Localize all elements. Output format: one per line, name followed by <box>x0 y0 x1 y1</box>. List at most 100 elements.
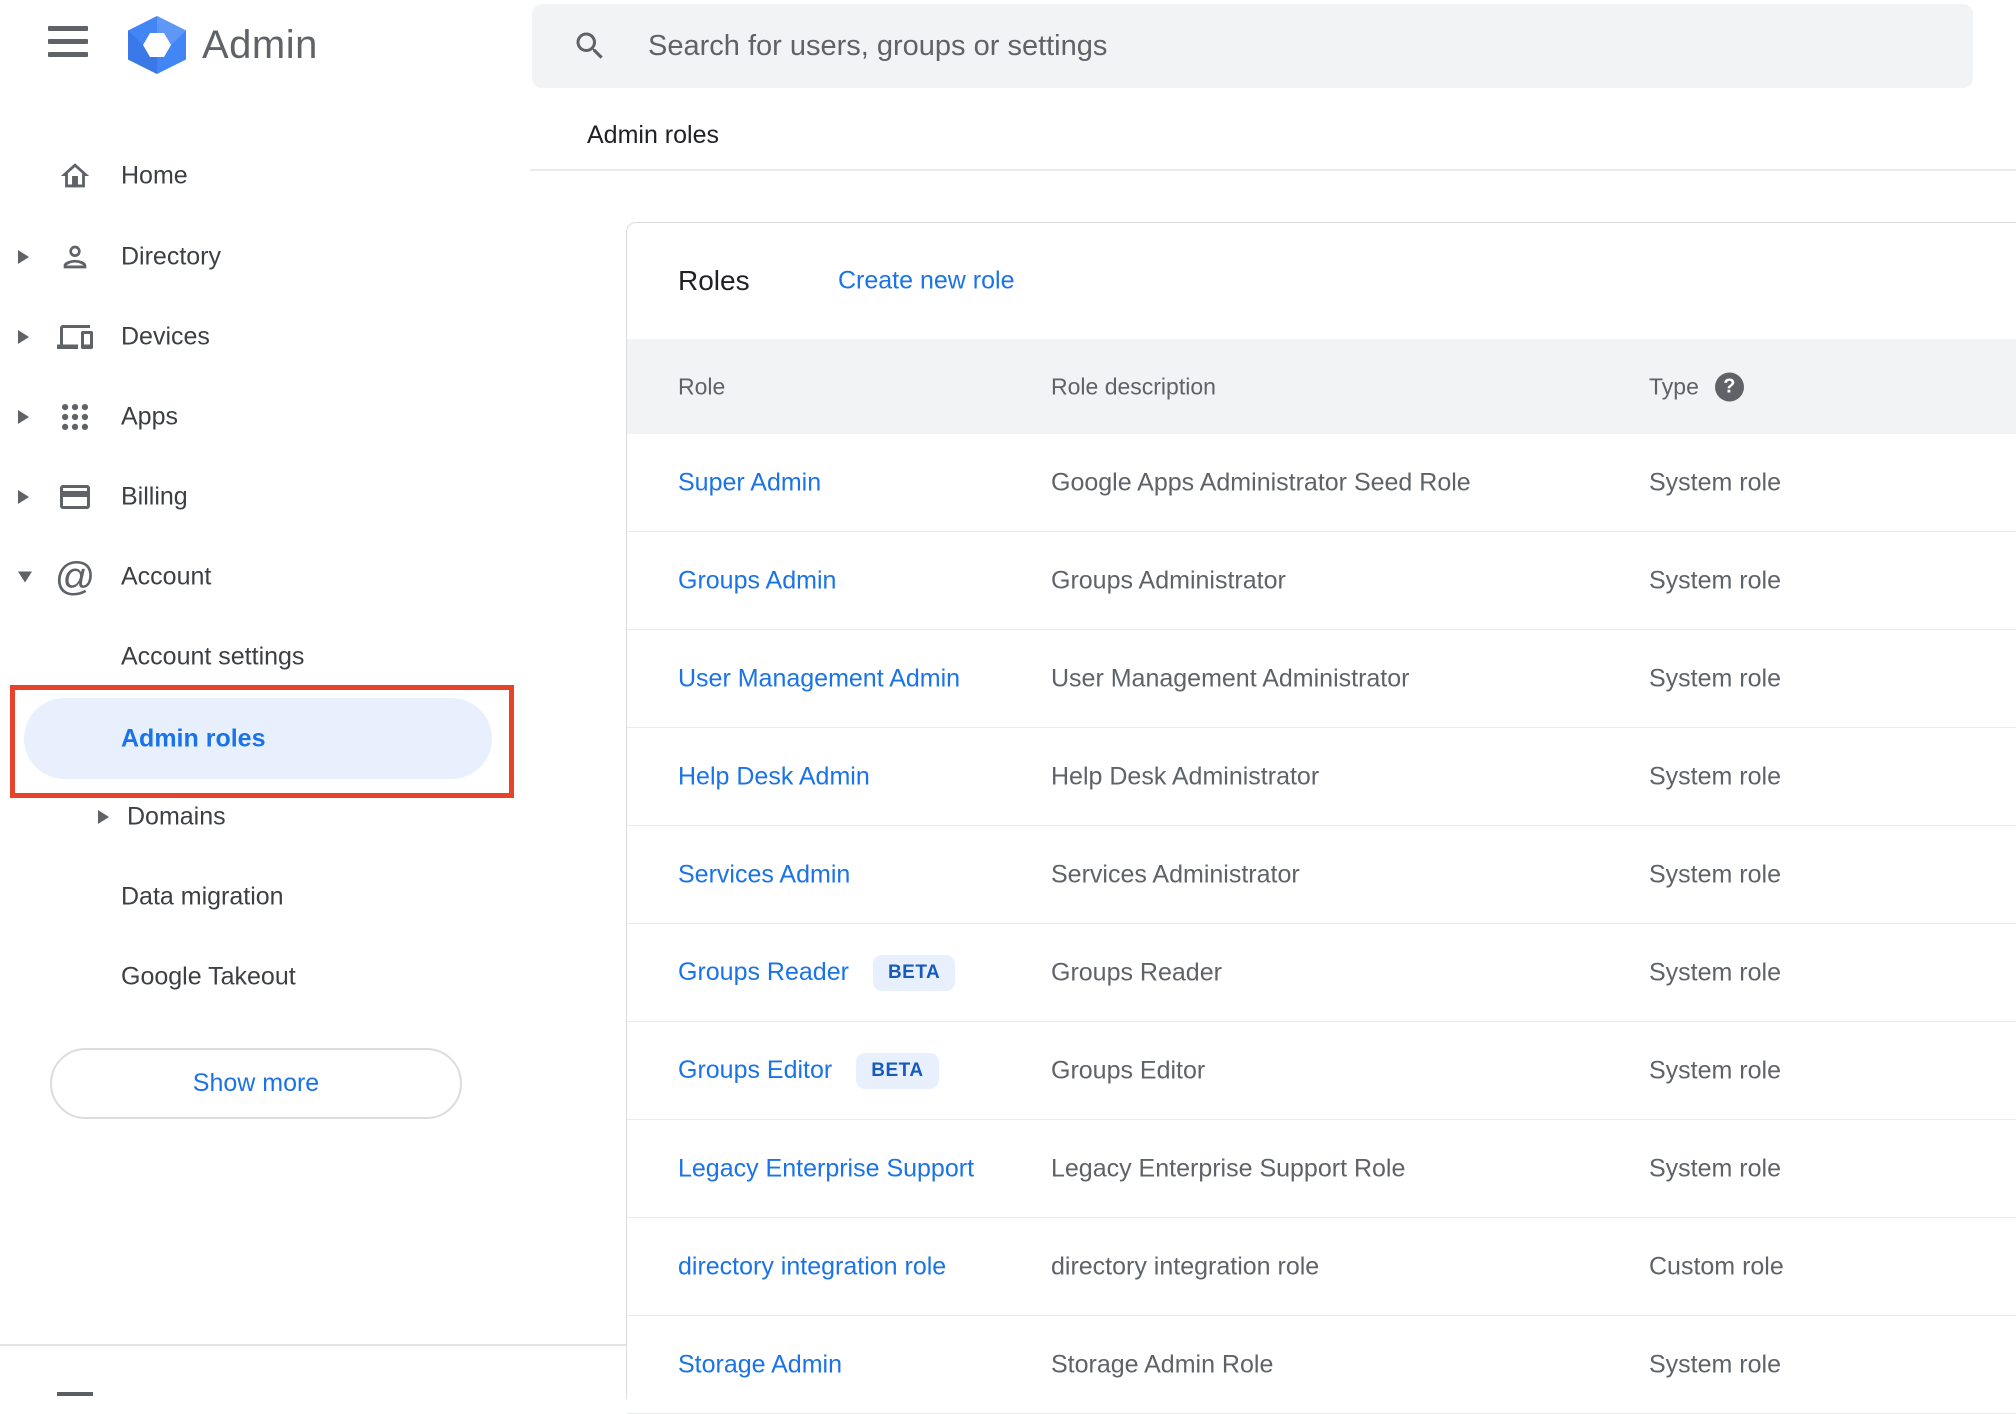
table-row: Storage Admin Storage Admin Role System … <box>627 1316 2016 1414</box>
search-icon <box>576 32 603 59</box>
sidebar-item-home[interactable]: Home <box>0 136 516 216</box>
breadcrumb: Admin roles <box>587 121 719 149</box>
sidebar: Admin Home Directory Devices Apps Billin… <box>0 0 627 1396</box>
at-sign-icon: @ <box>54 554 96 599</box>
role-type: System role <box>1649 1350 1781 1378</box>
partial-bottom-icon <box>57 1392 93 1396</box>
role-description: Groups Reader <box>1051 958 1222 986</box>
role-description: Legacy Enterprise Support Role <box>1051 1154 1406 1182</box>
role-type: System role <box>1649 1154 1781 1182</box>
role-link[interactable]: User Management Admin <box>678 664 960 693</box>
sidebar-item-label: Home <box>121 161 188 190</box>
role-description: directory integration role <box>1051 1252 1320 1280</box>
role-link[interactable]: directory integration role <box>678 1252 946 1281</box>
role-description: Groups Editor <box>1051 1056 1206 1084</box>
role-description: Google Apps Administrator Seed Role <box>1051 468 1471 496</box>
role-description: Help Desk Administrator <box>1051 762 1320 790</box>
role-link[interactable]: Help Desk Admin <box>678 762 870 791</box>
role-link[interactable]: Services Admin <box>678 860 850 889</box>
roles-card-header: Roles Create new role <box>627 223 2016 339</box>
devices-icon <box>56 318 94 356</box>
sidebar-item-admin-roles[interactable]: Admin roles <box>24 698 492 779</box>
role-type: System role <box>1649 664 1781 692</box>
home-icon <box>56 157 94 195</box>
sidebar-item-devices[interactable]: Devices <box>0 297 516 377</box>
expand-arrow-icon[interactable] <box>18 330 29 344</box>
sidebar-item-label: Data migration <box>121 882 284 911</box>
role-type: System role <box>1649 762 1781 790</box>
table-row: User Management Admin User Management Ad… <box>627 630 2016 728</box>
role-link[interactable]: Groups Admin <box>678 566 836 595</box>
sidebar-item-billing[interactable]: Billing <box>0 457 516 537</box>
apps-grid-icon <box>56 398 94 436</box>
table-header-row: Role Role description Type ? <box>627 339 2016 434</box>
show-more-button[interactable]: Show more <box>50 1048 462 1119</box>
role-description: Groups Administrator <box>1051 566 1286 594</box>
person-icon <box>56 238 94 276</box>
role-description: Storage Admin Role <box>1051 1350 1274 1378</box>
expand-arrow-icon[interactable] <box>18 490 29 504</box>
table-row: Legacy Enterprise Support Legacy Enterpr… <box>627 1120 2016 1218</box>
table-row: Super Admin Google Apps Administrator Se… <box>627 434 2016 532</box>
search-input[interactable] <box>646 28 1973 64</box>
app-title: Admin <box>202 22 318 67</box>
table-row: directory integration role directory int… <box>627 1218 2016 1316</box>
app-logo: Admin <box>128 14 318 76</box>
sidebar-item-label: Admin roles <box>121 724 266 752</box>
expand-arrow-icon[interactable] <box>18 410 29 424</box>
credit-card-icon <box>56 478 94 516</box>
beta-badge: BETA <box>856 1052 939 1089</box>
table-body: Super Admin Google Apps Administrator Se… <box>627 434 2016 1414</box>
search-bar[interactable] <box>532 4 1973 88</box>
role-type: System role <box>1649 860 1781 888</box>
role-type: System role <box>1649 1056 1781 1084</box>
sidebar-item-apps[interactable]: Apps <box>0 377 516 457</box>
expand-arrow-icon[interactable] <box>18 250 29 264</box>
admin-hexagon-logo-icon <box>128 16 186 74</box>
card-title: Roles <box>678 265 750 296</box>
column-header-type-label: Type <box>1649 373 1699 399</box>
column-header-type: Type ? <box>1649 372 1744 401</box>
role-type: System role <box>1649 468 1781 496</box>
roles-card: Roles Create new role Role Role descript… <box>626 222 2016 1414</box>
sidebar-item-google-takeout[interactable]: Google Takeout <box>0 945 516 1009</box>
sidebar-footer-divider <box>0 1344 627 1346</box>
role-link[interactable]: Legacy Enterprise Support <box>678 1154 974 1183</box>
beta-badge: BETA <box>872 954 956 991</box>
sidebar-item-label: Account <box>121 562 212 591</box>
table-row: Services Admin Services Administrator Sy… <box>627 826 2016 924</box>
sidebar-item-label: Devices <box>121 322 210 351</box>
sidebar-item-domains[interactable]: Domains <box>0 785 516 849</box>
header-divider <box>530 169 2016 171</box>
sidebar-item-label: Domains <box>127 802 226 831</box>
role-type: System role <box>1649 958 1781 986</box>
role-link[interactable]: Storage Admin <box>678 1350 842 1379</box>
create-new-role-link[interactable]: Create new role <box>838 267 1014 296</box>
sidebar-item-label: Apps <box>121 402 178 431</box>
help-icon[interactable]: ? <box>1714 372 1744 401</box>
sidebar-item-label: Account settings <box>121 642 305 671</box>
collapse-arrow-icon[interactable] <box>18 571 32 583</box>
sidebar-item-label: Google Takeout <box>121 962 296 991</box>
sidebar-item-data-migration[interactable]: Data migration <box>0 865 516 929</box>
table-row: Groups Reader BETA Groups Reader System … <box>627 924 2016 1022</box>
sidebar-item-account-settings[interactable]: Account settings <box>0 625 516 689</box>
role-description: User Management Administrator <box>1051 664 1410 692</box>
sidebar-item-account[interactable]: @ Account <box>0 537 516 617</box>
role-type: System role <box>1649 566 1781 594</box>
role-type: Custom role <box>1649 1252 1784 1280</box>
sidebar-item-label: Billing <box>121 482 188 511</box>
column-header-description: Role description <box>1051 373 1216 399</box>
expand-arrow-icon[interactable] <box>98 810 109 824</box>
sidebar-item-label: Directory <box>121 242 222 271</box>
table-row: Help Desk Admin Help Desk Administrator … <box>627 728 2016 826</box>
role-link[interactable]: Groups Editor <box>678 1056 832 1085</box>
role-link[interactable]: Groups Reader <box>678 958 849 987</box>
table-row: Groups Admin Groups Administrator System… <box>627 532 2016 630</box>
hamburger-menu-icon[interactable] <box>48 24 90 58</box>
sidebar-item-directory[interactable]: Directory <box>0 217 516 297</box>
table-row: Groups Editor BETA Groups Editor System … <box>627 1022 2016 1120</box>
role-description: Services Administrator <box>1051 860 1300 888</box>
role-link[interactable]: Super Admin <box>678 468 821 497</box>
column-header-role: Role <box>678 373 726 399</box>
